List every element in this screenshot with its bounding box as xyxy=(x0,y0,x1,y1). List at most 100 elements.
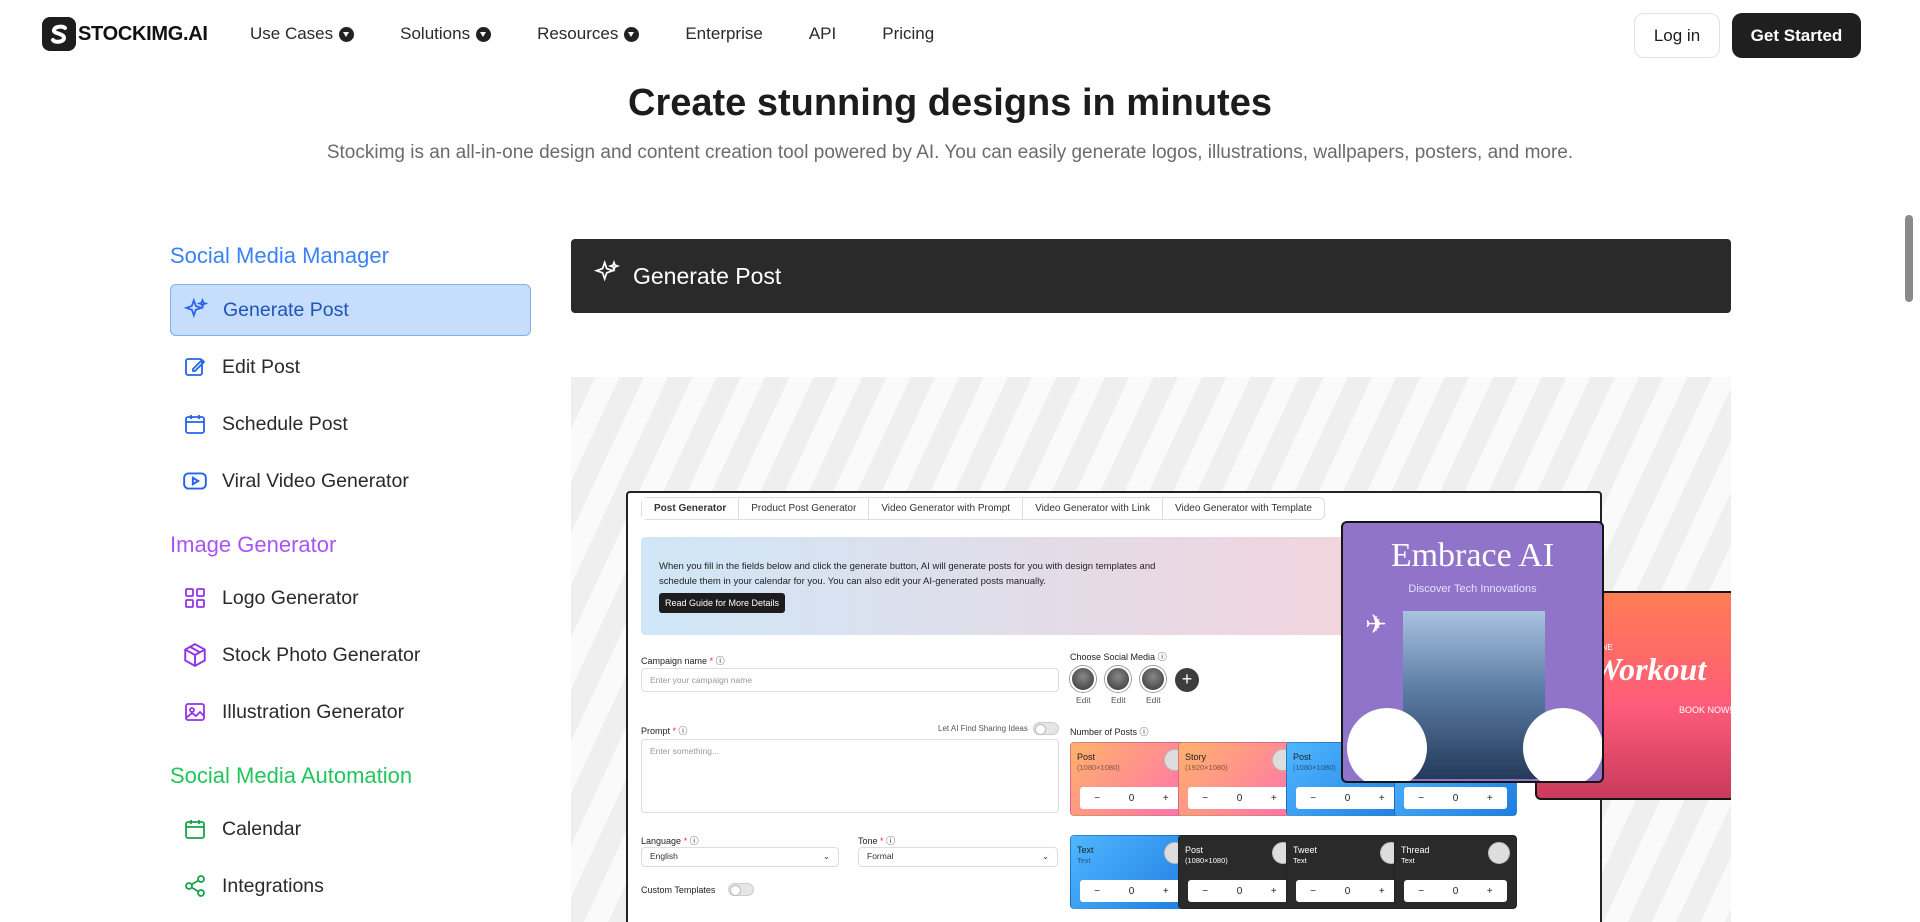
required-mark: * xyxy=(880,836,884,846)
sidebar-item-logo-generator[interactable]: Logo Generator xyxy=(170,572,531,624)
plus-icon[interactable]: + xyxy=(1163,886,1169,897)
edit-link[interactable]: Edit xyxy=(1076,695,1091,705)
quantity-stepper[interactable]: − 0 + xyxy=(1080,880,1183,902)
login-button[interactable]: Log in xyxy=(1634,13,1720,58)
sidebar-heading-social-media-manager: Social Media Manager xyxy=(170,243,389,268)
campaign-name-input[interactable]: Enter your campaign name xyxy=(641,668,1059,692)
minus-icon[interactable]: − xyxy=(1094,793,1100,804)
sidebar-item-label: Logo Generator xyxy=(222,586,359,609)
prompt-textarea[interactable]: Enter something... xyxy=(641,739,1059,813)
nav-api[interactable]: API xyxy=(809,24,836,44)
post-type-card[interactable]: Tweet Text − 0 + xyxy=(1286,835,1409,909)
minus-icon[interactable]: − xyxy=(1202,886,1208,897)
minus-icon[interactable]: − xyxy=(1418,886,1424,897)
get-started-button[interactable]: Get Started xyxy=(1732,13,1861,58)
read-guide-button[interactable]: Read Guide for More Details xyxy=(659,593,786,613)
number-of-posts-label: Number of Posts ⓘ xyxy=(1070,727,1149,737)
card-size: Text xyxy=(1293,856,1307,865)
sparkles-icon xyxy=(593,259,621,293)
plus-icon[interactable]: + xyxy=(1487,793,1493,804)
panel-header: Generate Post xyxy=(571,239,1731,313)
logo[interactable]: STOCKIMG.AI xyxy=(42,17,208,51)
poster-title: Embrace AI xyxy=(1390,537,1555,574)
nav-pricing[interactable]: Pricing xyxy=(882,24,934,44)
poster-cta: BOOK NOW! xyxy=(1679,705,1731,715)
tab-video-link[interactable]: Video Generator with Link xyxy=(1023,498,1163,519)
label-text: Prompt xyxy=(641,726,671,736)
tab-video-prompt[interactable]: Video Generator with Prompt xyxy=(869,498,1024,519)
minus-icon[interactable]: − xyxy=(1310,793,1316,804)
plus-icon[interactable]: + xyxy=(1163,793,1169,804)
edit-link[interactable]: Edit xyxy=(1111,695,1126,705)
sidebar-heading-image-generator: Image Generator xyxy=(170,532,337,557)
tab-video-template[interactable]: Video Generator with Template xyxy=(1163,498,1324,519)
plus-icon[interactable]: + xyxy=(1379,793,1385,804)
quantity-stepper[interactable]: − 0 + xyxy=(1188,880,1291,902)
nav-links: Use Cases Solutions Resources Enterprise… xyxy=(250,24,980,44)
minus-icon[interactable]: − xyxy=(1202,793,1208,804)
calendar-icon xyxy=(182,816,208,842)
quantity-stepper[interactable]: − 0 + xyxy=(1080,787,1183,809)
label-text: Choose Social Media xyxy=(1070,652,1156,662)
label-text: Language xyxy=(641,836,682,846)
card-size: (1080×1080) xyxy=(1185,856,1228,865)
post-type-card[interactable]: Post (1080×1080) − 0 + xyxy=(1178,835,1301,909)
tab-product-post-generator[interactable]: Product Post Generator xyxy=(739,498,870,519)
sidebar-item-schedule-post[interactable]: Schedule Post xyxy=(170,398,531,450)
chevron-down-icon: ⌄ xyxy=(1041,851,1049,861)
social-account-avatar[interactable] xyxy=(1070,666,1096,692)
page-title: Create stunning designs in minutes xyxy=(628,82,1272,124)
nav-use-cases[interactable]: Use Cases xyxy=(250,24,355,44)
sidebar-item-generate-post[interactable]: Generate Post xyxy=(170,284,531,336)
quantity-stepper[interactable]: − 0 + xyxy=(1404,787,1507,809)
nav-solutions[interactable]: Solutions xyxy=(400,24,492,44)
post-type-card[interactable]: Story (1920×1080) − 0 + xyxy=(1178,742,1301,816)
chevron-down-icon: ⌄ xyxy=(822,851,830,861)
post-type-card[interactable]: Thread Text − 0 + xyxy=(1394,835,1517,909)
sidebar-item-illustration-generator[interactable]: Illustration Generator xyxy=(170,686,531,738)
minus-icon[interactable]: − xyxy=(1418,793,1424,804)
add-social-button[interactable]: + xyxy=(1175,668,1199,692)
card-title: Post xyxy=(1185,845,1204,855)
quantity-stepper[interactable]: − 0 + xyxy=(1188,787,1291,809)
ai-sharing-toggle[interactable] xyxy=(1033,722,1059,735)
scrollbar-thumb[interactable] xyxy=(1905,215,1913,302)
tone-select[interactable]: Formal ⌄ xyxy=(858,847,1058,867)
quantity-stepper[interactable]: − 0 + xyxy=(1296,880,1399,902)
label-text: Campaign name xyxy=(641,656,708,666)
sidebar-item-viral-video-generator[interactable]: Viral Video Generator xyxy=(170,455,531,507)
plus-icon[interactable]: + xyxy=(1271,886,1277,897)
minus-icon[interactable]: − xyxy=(1094,886,1100,897)
nav-resources[interactable]: Resources xyxy=(537,24,640,44)
language-select[interactable]: English ⌄ xyxy=(641,847,839,867)
social-account-avatar[interactable] xyxy=(1105,666,1131,692)
post-type-card[interactable]: Text Text − 0 + xyxy=(1070,835,1193,909)
sidebar-item-calendar[interactable]: Calendar xyxy=(170,803,531,855)
label-text: Number of Posts xyxy=(1070,727,1138,737)
minus-icon[interactable]: − xyxy=(1310,886,1316,897)
info-box: When you fill in the fields below and cl… xyxy=(641,537,1381,635)
nav-enterprise[interactable]: Enterprise xyxy=(685,24,762,44)
plus-icon[interactable]: + xyxy=(1379,886,1385,897)
embrace-ai-poster: Embrace AI Discover Tech Innovations ✈ xyxy=(1341,521,1604,783)
sidebar-item-stock-photo-generator[interactable]: Stock Photo Generator xyxy=(170,629,531,681)
count-value: 0 xyxy=(1452,885,1459,897)
plus-icon[interactable]: + xyxy=(1271,793,1277,804)
prompt-label: Prompt * ⓘ xyxy=(641,726,688,736)
quantity-stepper[interactable]: − 0 + xyxy=(1404,880,1507,902)
social-account-avatar[interactable] xyxy=(1140,666,1166,692)
ai-sharing-label: Let AI Find Sharing Ideas xyxy=(938,724,1028,733)
sidebar-item-edit-post[interactable]: Edit Post xyxy=(170,341,531,393)
custom-templates-label: Custom Templates xyxy=(641,885,716,895)
custom-templates-toggle[interactable] xyxy=(728,883,754,896)
sidebar-item-label: Edit Post xyxy=(222,355,301,378)
sidebar-item-integrations[interactable]: Integrations xyxy=(170,860,531,912)
count-value: 0 xyxy=(1236,792,1243,804)
tab-post-generator[interactable]: Post Generator xyxy=(642,498,740,519)
chevron-down-icon xyxy=(476,26,492,42)
app-mockup: Post Generator Product Post Generator Vi… xyxy=(626,491,1731,922)
edit-link[interactable]: Edit xyxy=(1146,695,1161,705)
post-type-card[interactable]: Post (1080×1080) − 0 + xyxy=(1070,742,1193,816)
plus-icon[interactable]: + xyxy=(1487,886,1493,897)
quantity-stepper[interactable]: − 0 + xyxy=(1296,787,1399,809)
